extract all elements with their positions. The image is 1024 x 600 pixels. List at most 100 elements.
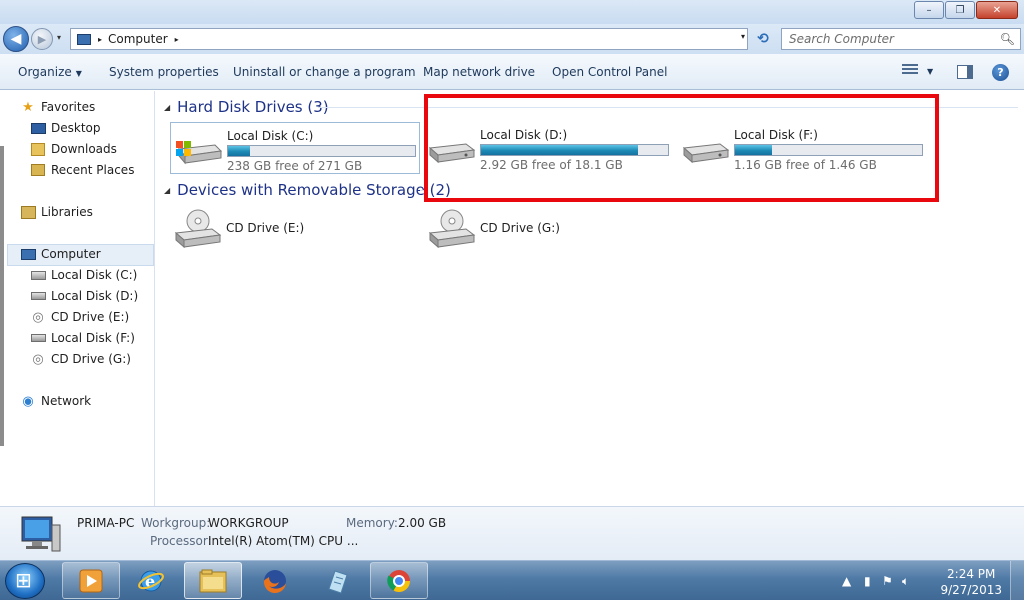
hard-drive-icon — [30, 331, 46, 345]
nav-label: CD Drive (E:) — [51, 310, 130, 324]
view-options-dropdown[interactable]: ▼ — [927, 67, 933, 76]
breadcrumb-separator[interactable]: ▸ — [175, 35, 179, 44]
system-properties-button[interactable]: System properties — [109, 65, 219, 79]
star-icon: ★ — [22, 99, 34, 115]
cd-drive-icon: ◎ — [32, 351, 44, 367]
taskbar-internet-explorer[interactable]: e — [122, 562, 180, 599]
processor-label: Processor: — [150, 534, 212, 548]
drive-free-space: 238 GB free of 271 GB — [227, 159, 363, 173]
action-center-flag-icon[interactable]: ⚑ — [882, 574, 893, 588]
navigation-pane: ★ Favorites Desktop Downloads Recent Pla… — [0, 91, 155, 506]
nav-item-cd-drive-g[interactable]: ◎ CD Drive (G:) — [30, 351, 131, 367]
nav-label: Recent Places — [51, 163, 135, 177]
notepad-icon — [328, 569, 348, 594]
organize-label: Organize — [18, 65, 72, 79]
system-drive-icon — [30, 268, 46, 282]
nav-item-desktop[interactable]: Desktop — [30, 121, 101, 135]
organize-button[interactable]: Organize ▼ — [18, 65, 82, 79]
uninstall-program-button[interactable]: Uninstall or change a program — [233, 65, 416, 79]
collapse-icon[interactable]: ◢ — [164, 103, 170, 112]
taskbar-notes-app[interactable] — [308, 562, 366, 599]
computer-icon — [21, 516, 61, 552]
minimize-button[interactable]: – — [914, 1, 944, 19]
drive-name: CD Drive (E:) — [226, 221, 305, 235]
search-icon[interactable]: 🔍︎ — [1000, 32, 1015, 46]
clock[interactable]: 2:24 PM 9/27/2013 — [940, 566, 1002, 598]
nav-item-libraries[interactable]: Libraries — [20, 205, 93, 219]
search-input[interactable] — [782, 29, 992, 49]
change-view-icon[interactable] — [902, 64, 918, 78]
nav-label: Network — [41, 394, 92, 408]
nav-item-local-disk-d[interactable]: Local Disk (D:) — [30, 289, 138, 303]
start-button[interactable] — [5, 563, 45, 599]
downloads-folder-icon — [30, 142, 46, 156]
nav-item-computer[interactable]: Computer — [20, 247, 101, 261]
breadcrumb-separator[interactable]: ▸ — [98, 35, 102, 44]
computer-icon — [77, 33, 91, 45]
battery-icon[interactable]: ▮ — [864, 574, 871, 588]
show-hidden-icons-icon[interactable]: ▲ — [842, 574, 851, 588]
internet-explorer-icon: e — [138, 570, 164, 591]
map-network-drive-button[interactable]: Map network drive — [423, 65, 535, 79]
group-divider — [420, 190, 424, 191]
processor-value: Intel(R) Atom(TM) CPU ... — [208, 534, 359, 548]
network-icon: ◉ — [22, 393, 34, 409]
pc-name: PRIMA-PC — [77, 516, 135, 530]
drive-usage-bar — [227, 145, 416, 157]
nav-label: Local Disk (C:) — [51, 268, 138, 282]
drive-usage-fill — [228, 146, 251, 156]
nav-item-network[interactable]: ◉ Network — [20, 393, 92, 409]
drive-tile-cd-drive-e[interactable]: CD Drive (E:) — [170, 205, 420, 255]
search-box[interactable]: 🔍︎ — [781, 28, 1021, 50]
red-annotation-box — [424, 94, 939, 202]
address-bar[interactable]: ▸ Computer ▸ ▾ — [70, 28, 748, 50]
refresh-button[interactable]: ⟲ — [752, 28, 774, 50]
volume-icon[interactable]: 🔈︎ — [902, 574, 909, 589]
clock-date: 9/27/2013 — [940, 583, 1002, 597]
nav-label: CD Drive (G:) — [51, 352, 131, 366]
drive-tile-local-disk-c[interactable]: Local Disk (C:) 238 GB free of 271 GB — [170, 122, 420, 174]
recent-pages-dropdown[interactable]: ▾ — [57, 33, 61, 42]
details-pane: PRIMA-PC Workgroup: WORKGROUP Memory: 2.… — [0, 506, 1024, 560]
nav-item-recent-places[interactable]: Recent Places — [30, 163, 134, 177]
collapse-icon[interactable]: ◢ — [164, 186, 170, 195]
group-header-removable-storage[interactable]: ◢ Devices with Removable Storage (2) — [164, 181, 451, 199]
scrollbar[interactable] — [0, 146, 4, 446]
back-button[interactable]: ◀ — [3, 26, 29, 52]
drive-name: Local Disk (C:) — [227, 129, 314, 143]
libraries-icon — [20, 205, 36, 219]
nav-label: Local Disk (F:) — [51, 331, 135, 345]
preview-pane-icon[interactable] — [957, 65, 973, 79]
help-icon[interactable]: ? — [992, 64, 1009, 81]
nav-item-cd-drive-e[interactable]: ◎ CD Drive (E:) — [30, 310, 130, 325]
nav-label: Downloads — [51, 142, 117, 156]
taskbar-chrome[interactable] — [370, 562, 428, 599]
show-desktop-button[interactable] — [1010, 561, 1024, 600]
open-control-panel-button[interactable]: Open Control Panel — [552, 65, 667, 79]
taskbar-media-player[interactable] — [62, 562, 120, 599]
taskbar-windows-explorer[interactable] — [184, 562, 242, 599]
nav-item-local-disk-f[interactable]: Local Disk (F:) — [30, 331, 135, 345]
nav-item-local-disk-c[interactable]: Local Disk (C:) — [30, 268, 137, 282]
workgroup-value: WORKGROUP — [208, 516, 289, 530]
system-tray: ▲ ▮ ⚑ 🔈︎ 2:24 PM 9/27/2013 — [834, 561, 1024, 600]
taskbar-firefox[interactable] — [246, 562, 304, 599]
memory-value: 2.00 GB — [398, 516, 447, 530]
navigation-bar: ◀ ▶ ▾ ▸ Computer ▸ ▾ ⟲ 🔍︎ — [0, 24, 1024, 54]
breadcrumb-computer[interactable]: Computer — [108, 32, 168, 46]
forward-button[interactable]: ▶ — [31, 28, 53, 50]
address-dropdown-button[interactable]: ▾ — [741, 32, 745, 41]
nav-item-downloads[interactable]: Downloads — [30, 142, 117, 156]
desktop-icon — [30, 121, 46, 135]
drive-name: CD Drive (G:) — [480, 221, 560, 235]
nav-item-favorites[interactable]: ★ Favorites — [20, 99, 95, 115]
group-header-hard-disk-drives[interactable]: ◢ Hard Disk Drives (3) — [164, 98, 329, 116]
clock-time: 2:24 PM — [947, 567, 996, 581]
nav-label: Computer — [41, 247, 101, 261]
group-title: Hard Disk Drives (3) — [177, 98, 329, 116]
recent-places-icon — [30, 163, 46, 177]
maximize-button[interactable]: ❐ — [945, 1, 975, 19]
drive-tile-cd-drive-g[interactable]: CD Drive (G:) — [424, 205, 674, 255]
nav-label: Libraries — [41, 205, 93, 219]
close-button[interactable]: ✕ — [976, 1, 1018, 19]
